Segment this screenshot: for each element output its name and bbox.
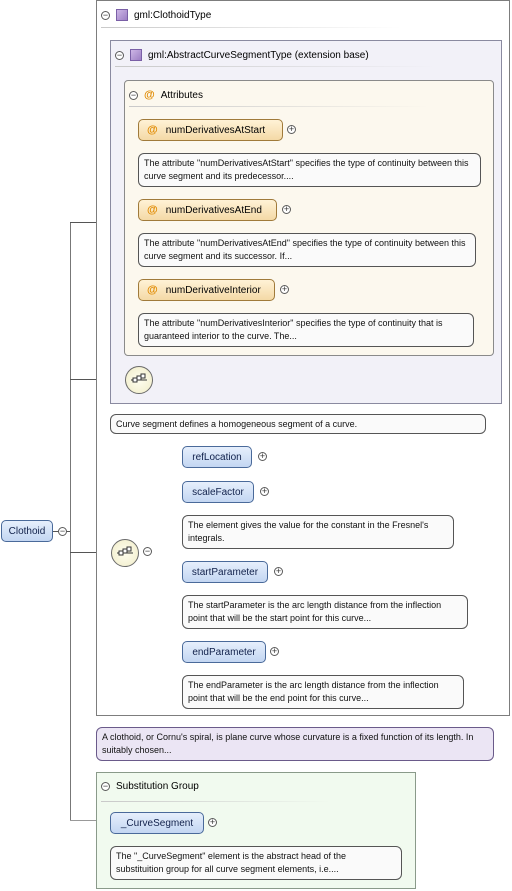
minus-circle-icon[interactable]: −: [115, 50, 124, 60]
element-ref-location[interactable]: refLocation: [182, 446, 252, 468]
element-doc: The endParameter is the arc length dista…: [182, 675, 464, 709]
element-doc: The element gives the value for the cons…: [182, 515, 454, 549]
doc-text: The endParameter is the arc length dista…: [188, 680, 439, 703]
sequence-icon[interactable]: [125, 366, 153, 394]
element-name: refLocation: [192, 451, 242, 463]
base-type-doc: Curve segment defines a homogeneous segm…: [110, 414, 486, 434]
sequence-glyph: [131, 373, 147, 383]
minus-circle-icon[interactable]: −: [129, 90, 138, 100]
doc-text: A clothoid, or Cornu's spiral, is plane …: [102, 732, 474, 755]
header-divider: [101, 27, 401, 28]
sequence-icon[interactable]: [111, 539, 139, 567]
plus-circle-icon[interactable]: +: [260, 487, 269, 496]
plus-circle-icon[interactable]: +: [258, 452, 267, 461]
attribute-doc: The attribute "numDerivativesInterior" s…: [138, 313, 474, 347]
element-name: endParameter: [192, 646, 256, 658]
complex-type-icon: [116, 9, 128, 21]
element-name: Clothoid: [8, 525, 46, 537]
doc-text: The attribute "numDerivativesAtStart" sp…: [144, 158, 469, 181]
element-start-parameter[interactable]: startParameter: [182, 561, 268, 583]
element-end-parameter[interactable]: endParameter: [182, 641, 266, 663]
complex-type-icon: [130, 49, 142, 61]
element-doc: The startParameter is the arc length dis…: [182, 595, 468, 629]
minus-circle-icon[interactable]: −: [143, 547, 152, 556]
attribute-doc: The attribute "numDerivativesAtEnd" spec…: [138, 233, 476, 267]
attribute-doc: The attribute "numDerivativesAtStart" sp…: [138, 153, 481, 187]
plus-circle-icon[interactable]: +: [282, 205, 291, 214]
header-divider: [101, 801, 331, 802]
attribute-at-icon: @: [147, 204, 158, 216]
attribute-name: numDerivativesAtStart: [165, 124, 266, 136]
minus-circle-icon[interactable]: −: [58, 527, 67, 536]
element-name: startParameter: [191, 566, 259, 578]
plus-circle-icon[interactable]: +: [280, 285, 289, 294]
substitution-group-doc: The "_CurveSegment" element is the abstr…: [110, 846, 402, 880]
attribute-name: numDerivativesAtEnd: [165, 204, 262, 216]
attribute-at-icon: @: [147, 284, 158, 296]
minus-circle-icon[interactable]: −: [101, 782, 110, 791]
plus-circle-icon[interactable]: +: [208, 818, 217, 827]
attribute-at-icon: @: [144, 89, 155, 101]
doc-text: The startParameter is the arc length dis…: [188, 600, 442, 623]
doc-text: The element gives the value for the cons…: [188, 520, 429, 543]
clothoid-doc: A clothoid, or Cornu's spiral, is plane …: [96, 727, 494, 761]
doc-text: The attribute "numDerivativesInterior" s…: [144, 318, 443, 341]
plus-circle-icon[interactable]: +: [270, 647, 279, 656]
substitution-group-label: Substitution Group: [116, 781, 199, 792]
header-divider: [129, 106, 429, 107]
minus-circle-icon[interactable]: −: [101, 10, 110, 20]
sequence-glyph: [117, 546, 133, 556]
element-curve-segment[interactable]: _CurveSegment: [110, 812, 204, 834]
doc-text: The attribute "numDerivativesAtEnd" spec…: [144, 238, 466, 261]
doc-text: Curve segment defines a homogeneous segm…: [116, 419, 358, 429]
base-type-label: gml:AbstractCurveSegmentType (extension …: [148, 49, 369, 61]
root-element-clothoid[interactable]: Clothoid: [1, 520, 53, 542]
attribute-at-icon: @: [147, 124, 158, 136]
attribute-num-derivatives-at-start[interactable]: @ numDerivativesAtStart: [138, 119, 283, 141]
element-scale-factor[interactable]: scaleFactor: [182, 481, 254, 503]
attribute-num-derivative-interior[interactable]: @ numDerivativeInterior: [138, 279, 275, 301]
clothoid-type-label: gml:ClothoidType: [134, 9, 212, 21]
attribute-name: numDerivativeInterior: [165, 284, 261, 296]
plus-circle-icon[interactable]: +: [274, 567, 283, 576]
plus-circle-icon[interactable]: +: [287, 125, 296, 134]
element-name: scaleFactor: [192, 486, 244, 498]
element-name: _CurveSegment: [120, 817, 194, 829]
attribute-num-derivatives-at-end[interactable]: @ numDerivativesAtEnd: [138, 199, 277, 221]
attributes-label: Attributes: [160, 89, 203, 101]
connector: [70, 222, 71, 820]
doc-text: The "_CurveSegment" element is the abstr…: [116, 851, 347, 874]
header-divider: [115, 66, 435, 67]
